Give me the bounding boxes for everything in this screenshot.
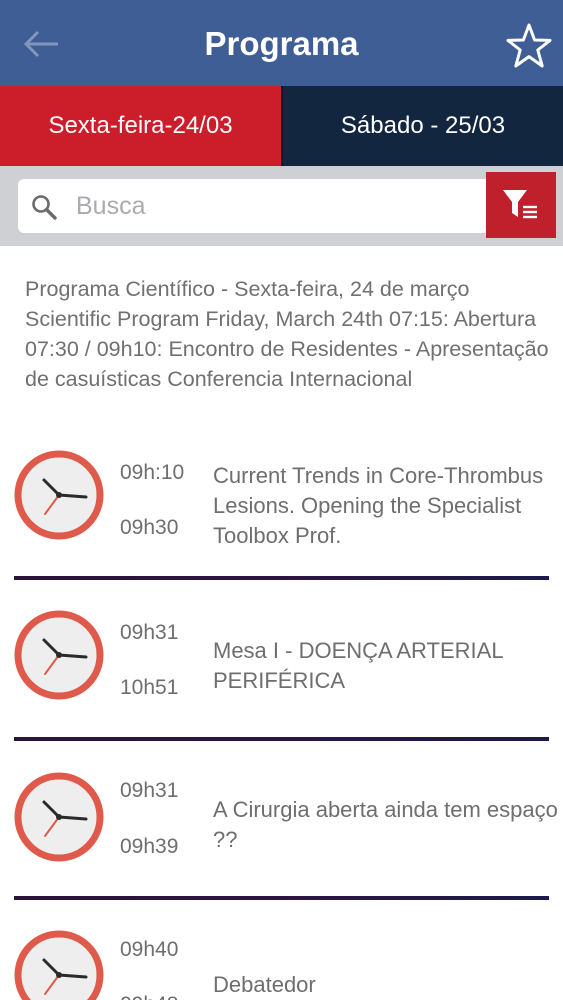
session-item[interactable]: 09h31 09h39 A Cirurgia aberta ainda tem … [0, 770, 563, 900]
program-description: Programa Científico - Sexta-feira, 24 de… [25, 277, 549, 391]
session-item[interactable]: 09h40 09h48 Debatedor [0, 928, 563, 1000]
page-title: Programa [204, 25, 359, 62]
tab-saturday[interactable]: Sábado - 25/03 [281, 86, 563, 166]
divider [14, 576, 549, 580]
divider [14, 896, 549, 900]
session-start-time: 09h:10 [120, 461, 185, 484]
session-end-time: 09h39 [120, 835, 179, 858]
tab-friday[interactable]: Sexta-feira-24/03 [0, 86, 281, 166]
session-title: Current Trends in Core-Thrombus Lesions.… [213, 463, 544, 548]
star-outline-icon [506, 23, 552, 68]
filter-list-icon [503, 190, 537, 219]
session-title: Debatedor [213, 972, 316, 997]
session-start-time: 09h40 [120, 938, 179, 961]
search-bar [0, 166, 563, 246]
session-end-time: 09h48 [120, 992, 178, 1000]
favorite-button[interactable] [505, 22, 553, 70]
search-icon [32, 195, 57, 220]
session-end-time: 09h30 [120, 516, 179, 539]
session-item[interactable]: 09h31 10h51 Mesa I - DOENÇA ARTERIAL PER… [0, 608, 563, 740]
day-tabs: Sexta-feira-24/03 Sábado - 25/03 [0, 86, 563, 166]
filter-button[interactable] [486, 172, 556, 238]
session-start-time: 09h31 [120, 779, 179, 802]
divider [14, 737, 549, 741]
clock-icon [14, 772, 104, 862]
session-end-time: 10h51 [120, 676, 179, 699]
session-title: Mesa I - DOENÇA ARTERIAL PERIFÉRICA [213, 638, 503, 693]
app-header: Programa [0, 0, 563, 86]
session-item[interactable]: 09h:10 09h30 Current Trends in Core-Thro… [0, 448, 563, 580]
clock-icon [14, 450, 104, 540]
clock-icon [14, 930, 104, 1000]
clock-icon [14, 610, 104, 700]
session-title: A Cirurgia aberta ainda tem espaço ?? [213, 797, 558, 852]
session-start-time: 09h31 [120, 621, 179, 644]
search-input[interactable] [76, 179, 476, 233]
search-box [18, 179, 488, 233]
